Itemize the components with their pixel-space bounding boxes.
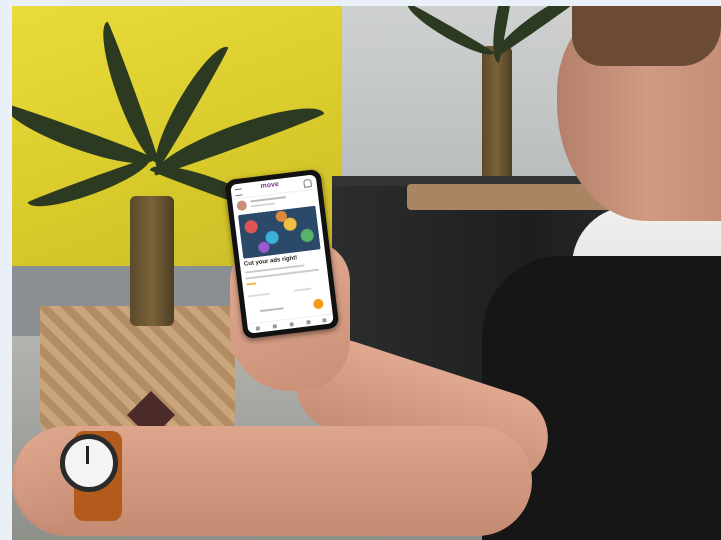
meta-line bbox=[250, 202, 275, 208]
back-palm-trunk bbox=[482, 46, 512, 196]
text-line bbox=[293, 287, 312, 292]
phone-screen: move Cut your ads right! bbox=[230, 174, 334, 334]
tab-icon bbox=[306, 320, 311, 325]
post-image bbox=[237, 205, 321, 259]
hair bbox=[572, 6, 721, 66]
tab-icon bbox=[289, 322, 294, 327]
photo: move Cut your ads right! bbox=[12, 6, 721, 540]
floating-action-button bbox=[312, 298, 324, 310]
text-line bbox=[259, 307, 284, 313]
tab-icon bbox=[255, 326, 261, 331]
avatar bbox=[236, 199, 248, 212]
page-frame: move Cut your ads right! bbox=[0, 0, 721, 540]
smartphone: move Cut your ads right! bbox=[224, 168, 340, 340]
bell-icon bbox=[303, 178, 313, 188]
wristwatch bbox=[60, 434, 118, 492]
tab-icon bbox=[272, 324, 278, 329]
front-palm-trunk bbox=[130, 196, 174, 326]
app-logo: move bbox=[260, 180, 280, 191]
watch-hand bbox=[86, 446, 89, 464]
reaction-line bbox=[246, 282, 257, 286]
author-line bbox=[250, 196, 287, 203]
menu-icon bbox=[234, 188, 243, 197]
text-line bbox=[247, 292, 270, 298]
tab-icon bbox=[322, 318, 327, 323]
